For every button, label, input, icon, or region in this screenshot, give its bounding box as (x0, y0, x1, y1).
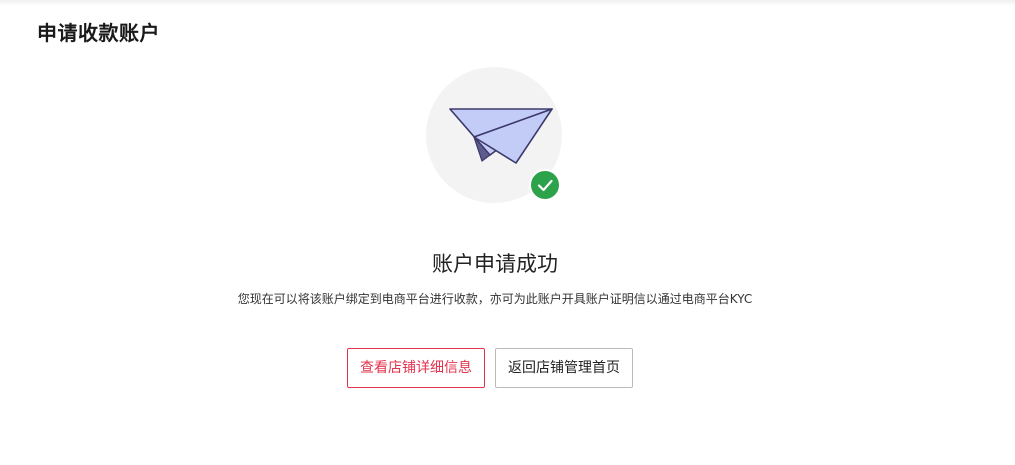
success-illustration (426, 67, 562, 203)
check-circle-icon (529, 169, 561, 201)
result-title: 账户申请成功 (432, 252, 558, 276)
top-divider (0, 0, 1015, 6)
result-description: 您现在可以将该账户绑定到电商平台进行收款，亦可为此账户开具账户证明信以通过电商平… (237, 292, 753, 306)
view-store-details-button[interactable]: 查看店铺详细信息 (347, 348, 485, 388)
back-to-store-home-button[interactable]: 返回店铺管理首页 (495, 348, 633, 388)
page-title: 申请收款账户 (37, 21, 160, 45)
paper-plane-icon (449, 108, 553, 164)
